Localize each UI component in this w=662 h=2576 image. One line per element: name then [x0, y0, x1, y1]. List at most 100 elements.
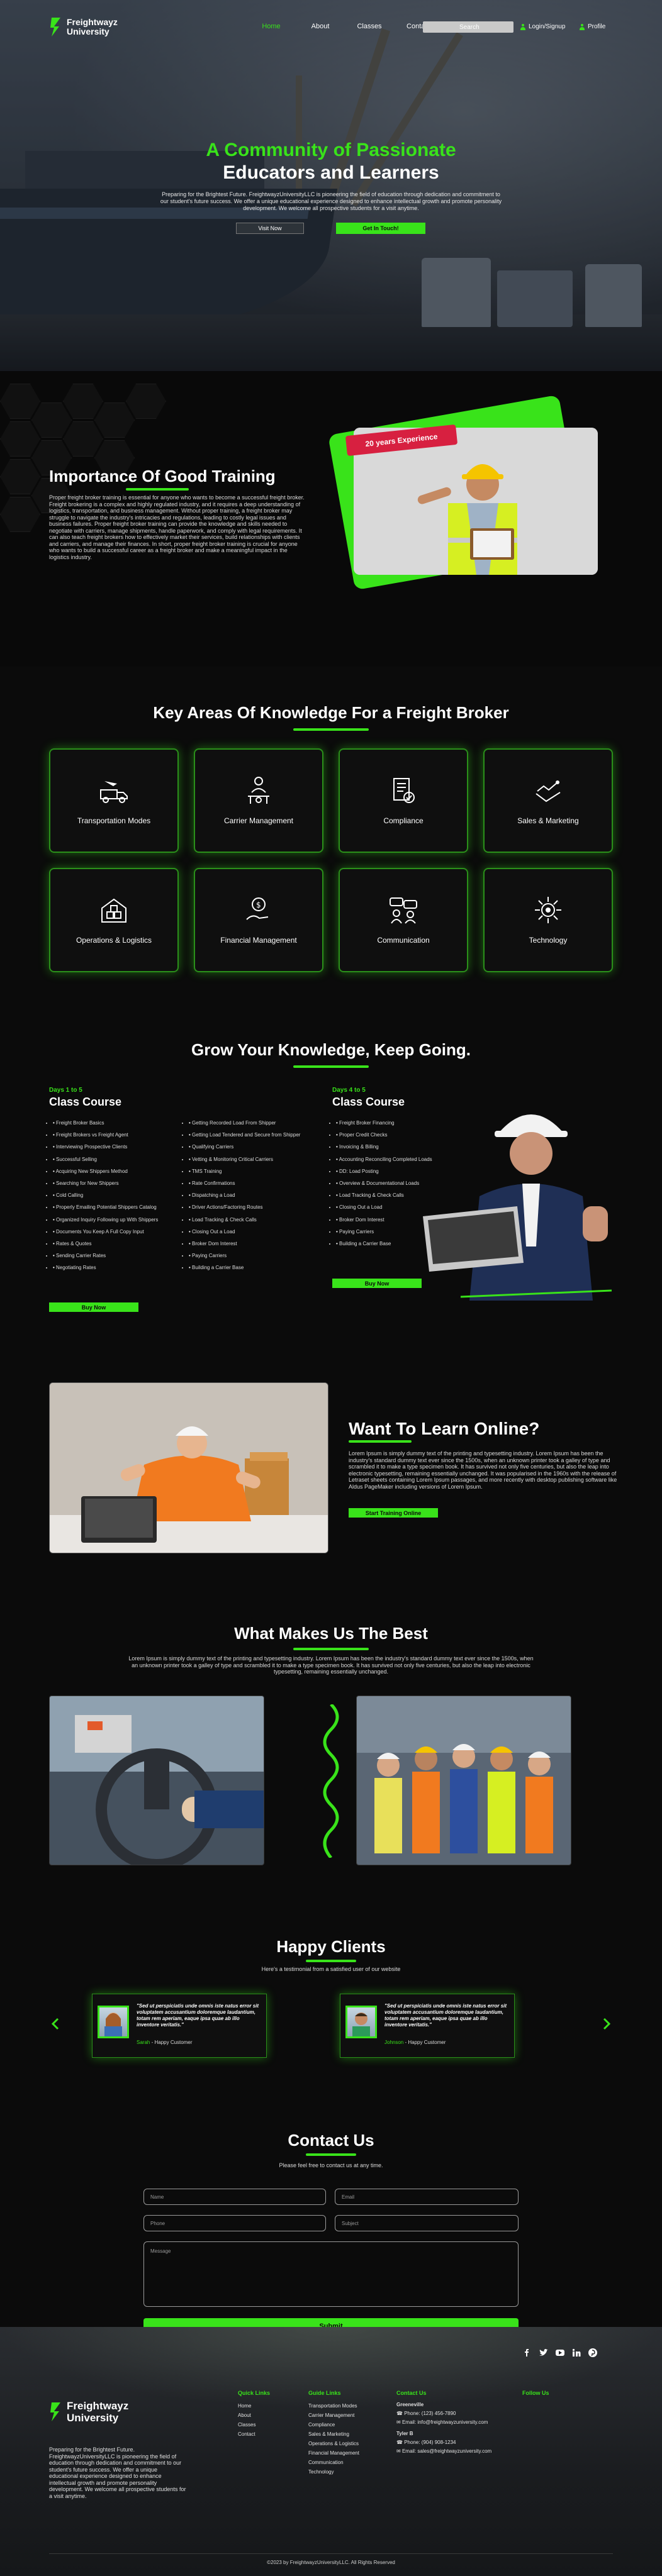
visit-now-button[interactable]: Visit Now — [236, 223, 304, 234]
footer-guide-link[interactable]: Technology — [308, 2467, 359, 2477]
footer-link-home[interactable]: Home — [238, 2401, 255, 2411]
avatar — [98, 2006, 129, 2038]
site-footer: Freightwayz University Preparing for the… — [0, 2327, 662, 2576]
hero-overlay — [0, 0, 662, 371]
nav-link-about[interactable]: About — [296, 23, 345, 30]
knowledge-card[interactable]: Carrier Management — [194, 748, 323, 853]
search-input[interactable] — [423, 21, 513, 33]
knowledge-card[interactable]: Compliance — [339, 748, 468, 853]
footer-guide-link[interactable]: Operations & Logistics — [308, 2439, 359, 2448]
office2-name: Tyler B — [396, 2431, 413, 2436]
title-underline — [306, 1960, 356, 1962]
brand-logo[interactable]: Freightwayz University — [49, 16, 118, 38]
knowledge-card[interactable]: Sales & Marketing — [483, 748, 613, 853]
testimonial-author: Johnson - Happy Customer — [384, 2040, 446, 2045]
email-icon: ✉ — [396, 2448, 401, 2454]
footer-logo[interactable]: Freightwayz University — [49, 2400, 128, 2424]
testimonial-quote: "Sed ut perspiciatis unde omnis iste nat… — [384, 2003, 507, 2028]
phone-value[interactable]: (904) 908-1234 — [422, 2440, 456, 2445]
knowledge-card[interactable]: Communication — [339, 868, 468, 972]
list-item: Interviewing Prospective Clients — [53, 1141, 158, 1153]
subject-field[interactable] — [335, 2215, 519, 2231]
email-label: Email: — [401, 2419, 417, 2425]
course2-buy-button[interactable]: Buy Now — [332, 1279, 422, 1288]
guide-links-heading: Guide Links — [308, 2390, 341, 2396]
list-item: Building a Carrier Base — [336, 1238, 432, 1250]
testimonial-card: "Sed ut perspiciatis unde omnis iste nat… — [340, 1994, 515, 2058]
list-item: Organized Inquiry Following up With Ship… — [53, 1214, 158, 1226]
phone-label: Phone: — [404, 2411, 420, 2416]
footer-contact-heading: Contact Us — [396, 2390, 427, 2396]
training-paragraph: Proper freight broker training is essent… — [49, 494, 305, 560]
list-item: Documents You Keep A Full Copy Input — [53, 1226, 158, 1238]
footer-guide-link[interactable]: Sales & Marketing — [308, 2429, 359, 2439]
profile-link[interactable]: Profile — [579, 23, 605, 30]
carrier-icon — [248, 777, 269, 804]
footer-guide-link[interactable]: Communication — [308, 2458, 359, 2467]
knowledge-card[interactable]: Transportation Modes — [49, 748, 179, 853]
knowledge-card-label: Carrier Management — [223, 816, 294, 825]
testimonial-author: Sarah - Happy Customer — [137, 2040, 193, 2045]
linkedin-icon[interactable] — [571, 2348, 581, 2358]
facebook-icon[interactable] — [522, 2348, 532, 2358]
youtube-icon[interactable] — [555, 2348, 565, 2358]
course1-buy-button[interactable]: Buy Now — [49, 1302, 138, 1312]
list-item: Driver Actions/Factoring Routes — [189, 1201, 300, 1213]
email-value[interactable]: sales@freightwayzuniversity.com — [417, 2448, 491, 2454]
hex-decoration — [0, 421, 40, 457]
author-name: Sarah — [137, 2040, 150, 2045]
footer-guide-link[interactable]: Compliance — [308, 2420, 359, 2429]
course1-topics-col1: Freight Broker Basics Freight Brokers vs… — [53, 1117, 159, 1274]
title-underline — [293, 1065, 369, 1068]
office1-name: Greeneville — [396, 2402, 424, 2407]
office1-phone: ☎ Phone: (123) 456-7890 — [396, 2410, 456, 2417]
footer-guide-link[interactable]: Financial Management — [308, 2448, 359, 2458]
list-item: Invoicing & Billing — [336, 1141, 432, 1153]
email-label: Email: — [401, 2448, 417, 2454]
hex-decoration — [94, 402, 135, 438]
prev-arrow-icon[interactable] — [49, 2018, 62, 2030]
email-value[interactable]: info@freightwayzuniversity.com — [417, 2419, 488, 2425]
start-training-button[interactable]: Start Training Online — [349, 1508, 438, 1518]
hex-decoration — [63, 421, 103, 457]
nav-link-classes[interactable]: Classes — [345, 23, 394, 30]
courses-title: Grow Your Knowledge, Keep Going. — [191, 1040, 471, 1059]
footer-link-contact[interactable]: Contact — [238, 2429, 255, 2439]
online-section: Want To Learn Online? Lorem Ipsum is sim… — [0, 1346, 662, 1585]
author-role: - Happy Customer — [150, 2040, 193, 2045]
get-in-touch-button[interactable]: Get In Touch! — [336, 223, 425, 234]
brand-name: Freightwayz University — [67, 2400, 128, 2424]
email-field[interactable] — [335, 2189, 519, 2205]
list-item: Searching for New Shippers — [53, 1177, 158, 1189]
message-field[interactable] — [143, 2241, 519, 2307]
twitter-icon[interactable] — [539, 2348, 549, 2358]
list-item: Successful Selling — [53, 1153, 158, 1165]
brand-name: Freightwayz University — [67, 18, 118, 36]
hex-decoration — [0, 384, 40, 419]
phone-value[interactable]: (123) 456-7890 — [422, 2411, 456, 2416]
phone-field[interactable] — [143, 2215, 326, 2231]
footer-link-classes[interactable]: Classes — [238, 2420, 255, 2429]
knowledge-card[interactable]: $ Financial Management — [194, 868, 323, 972]
footer-guide-link[interactable]: Transportation Modes — [308, 2401, 359, 2411]
list-item: Building a Carrier Base — [189, 1262, 300, 1274]
knowledge-card[interactable]: Technology — [483, 868, 613, 972]
knowledge-card[interactable]: Operations & Logistics — [49, 868, 179, 972]
list-item: Freight Broker Financing — [336, 1117, 432, 1129]
pinterest-icon[interactable] — [588, 2348, 598, 2358]
list-item: Closing Out a Load — [336, 1201, 432, 1213]
courses-section: Grow Your Knowledge, Keep Going. Days 1 … — [0, 1000, 662, 1346]
title-underline — [126, 488, 189, 491]
office1-email: ✉ Email: info@freightwayzuniversity.com — [396, 2419, 488, 2426]
footer-guide-link[interactable]: Carrier Management — [308, 2411, 359, 2420]
next-arrow-icon[interactable] — [600, 2018, 613, 2030]
brand-name-line2: University — [67, 26, 109, 36]
login-signup-link[interactable]: Login/Signup — [520, 23, 565, 30]
online-learning-illustration — [50, 1383, 328, 1553]
nav-link-home[interactable]: Home — [247, 23, 296, 30]
name-field[interactable] — [143, 2189, 326, 2205]
list-item: Broker Dom Interest — [189, 1238, 300, 1250]
list-item: Getting Recorded Load From Shipper — [189, 1117, 300, 1129]
footer-background — [0, 2327, 662, 2409]
footer-link-about[interactable]: About — [238, 2411, 255, 2420]
